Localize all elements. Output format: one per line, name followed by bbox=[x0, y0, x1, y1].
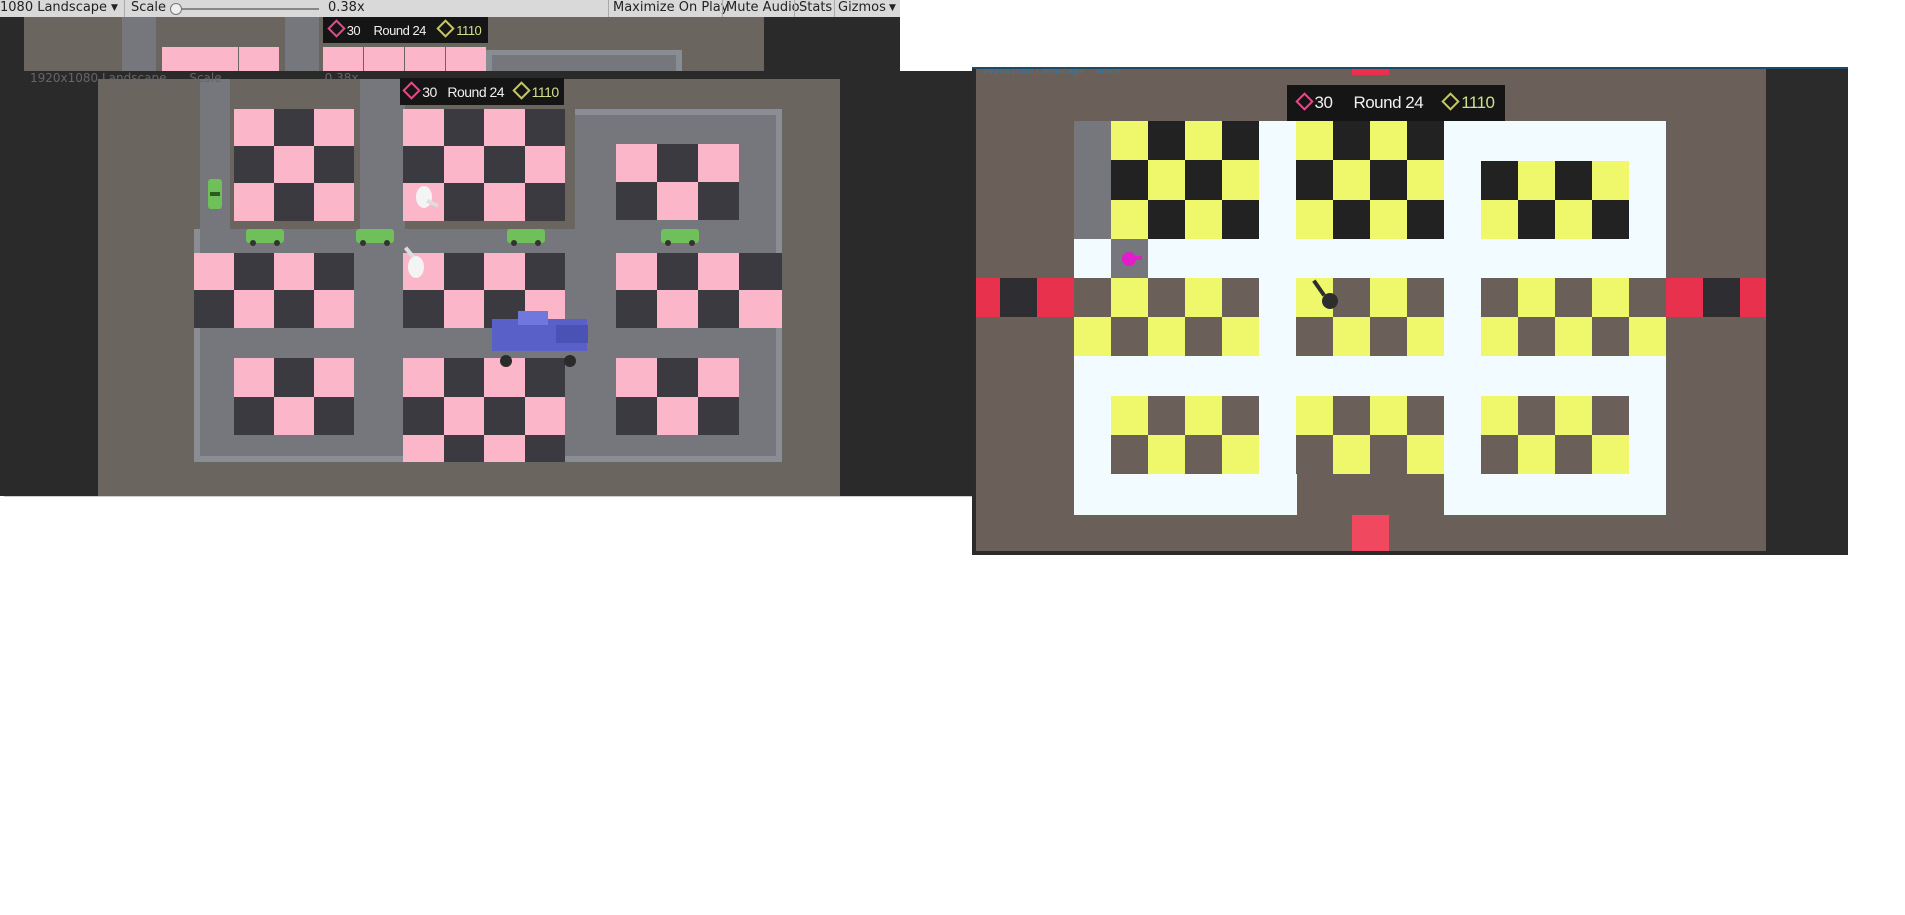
scale-slider-knob[interactable] bbox=[170, 3, 182, 15]
checker-block bbox=[1111, 121, 1259, 239]
checker-block bbox=[1481, 396, 1629, 474]
enemy-car bbox=[208, 179, 222, 209]
round-label: Round 24 bbox=[373, 22, 427, 38]
gold-value: 1110 bbox=[1461, 93, 1495, 112]
checker-block bbox=[1074, 278, 1259, 356]
heart-gem-icon bbox=[326, 19, 346, 38]
heart-gem-icon bbox=[402, 80, 421, 100]
chevron-down-icon[interactable]: ▼ bbox=[889, 0, 896, 16]
scale-value: 0.38x bbox=[328, 0, 365, 15]
gold-display: 1110 bbox=[1441, 92, 1495, 113]
toolbar-divider bbox=[124, 0, 125, 17]
mute-audio-toggle[interactable]: Mute Audio bbox=[726, 0, 800, 16]
checker-block bbox=[1481, 278, 1666, 356]
chevron-down-icon[interactable]: ▼ bbox=[111, 0, 118, 16]
lives-display: 30 bbox=[326, 19, 361, 38]
maximize-on-play-toggle[interactable]: Maximize On Play bbox=[613, 0, 728, 16]
faded-toolbar-ghost: 1920x1080 Landscape Scale bbox=[982, 67, 1121, 77]
gizmos-toggle[interactable]: Gizmos bbox=[838, 0, 886, 16]
hud-bar: 30 Round 24 1110 bbox=[323, 17, 488, 43]
spawn-path-left bbox=[976, 278, 1074, 317]
checker-block bbox=[616, 144, 739, 220]
checker-block bbox=[1111, 396, 1259, 474]
checker-block bbox=[1296, 121, 1444, 239]
lives-value: 30 bbox=[422, 83, 437, 100]
right-game-view: 1920x1080 Landscape Scale 30 Round 24 11… bbox=[972, 67, 1848, 555]
left-game-view: 1920x1080 Landscape Scale 0.38x 30 Round… bbox=[0, 71, 972, 496]
spawn-top-tile bbox=[1352, 69, 1389, 75]
placement-marker bbox=[1111, 239, 1148, 278]
base-goal-tile bbox=[1352, 515, 1389, 551]
pink-board-map bbox=[98, 79, 840, 496]
toolbar-divider bbox=[608, 0, 609, 17]
toolbar-divider bbox=[834, 0, 835, 17]
checker-block bbox=[234, 109, 354, 221]
round-label: Round 24 bbox=[1353, 93, 1424, 112]
checker-block bbox=[616, 253, 782, 328]
faded-toolbar-ghost: 1920x1080 Landscape Scale 0.38x bbox=[30, 71, 359, 85]
heart-gem-icon bbox=[1294, 92, 1314, 111]
checker-block bbox=[234, 358, 354, 435]
gold-display: 1110 bbox=[436, 19, 482, 38]
toolbar-divider bbox=[722, 0, 723, 17]
checker-block bbox=[616, 358, 739, 435]
cropped-game-preview: 30 Round 24 1110 bbox=[0, 17, 900, 71]
stats-toggle[interactable]: Stats bbox=[799, 0, 832, 16]
checker-block bbox=[1481, 161, 1629, 239]
lives-display: 30 bbox=[1294, 92, 1333, 113]
toolbar-divider bbox=[794, 0, 795, 17]
scale-label: Scale bbox=[131, 0, 166, 15]
lives-value: 30 bbox=[1314, 93, 1333, 112]
checker-block bbox=[1296, 396, 1444, 474]
resolution-label: 1080 Landscape bbox=[0, 0, 108, 15]
scale-slider[interactable] bbox=[174, 8, 319, 10]
coin-gem-icon bbox=[1441, 92, 1460, 111]
lives-display: 30 bbox=[402, 80, 437, 100]
blank-panel bbox=[4, 496, 972, 554]
round-label: Round 24 bbox=[447, 83, 505, 100]
coin-gem-icon bbox=[511, 80, 531, 100]
game-view-toolbar: 1080 Landscape ▼ Scale 0.38x Maximize On… bbox=[0, 0, 900, 17]
lives-value: 30 bbox=[346, 23, 361, 38]
spawn-path-right bbox=[1666, 278, 1766, 317]
gold-value: 1110 bbox=[456, 23, 482, 38]
yellow-board-map bbox=[976, 69, 1766, 551]
checker-block bbox=[403, 358, 565, 462]
coin-gem-icon bbox=[436, 19, 455, 38]
gold-display: 1110 bbox=[511, 80, 560, 100]
hud-bar: 30 Round 24 1110 bbox=[400, 78, 564, 105]
checker-block bbox=[194, 253, 354, 328]
gold-value: 1110 bbox=[531, 83, 560, 100]
hud-bar: 30 Round 24 1110 bbox=[1287, 85, 1505, 121]
